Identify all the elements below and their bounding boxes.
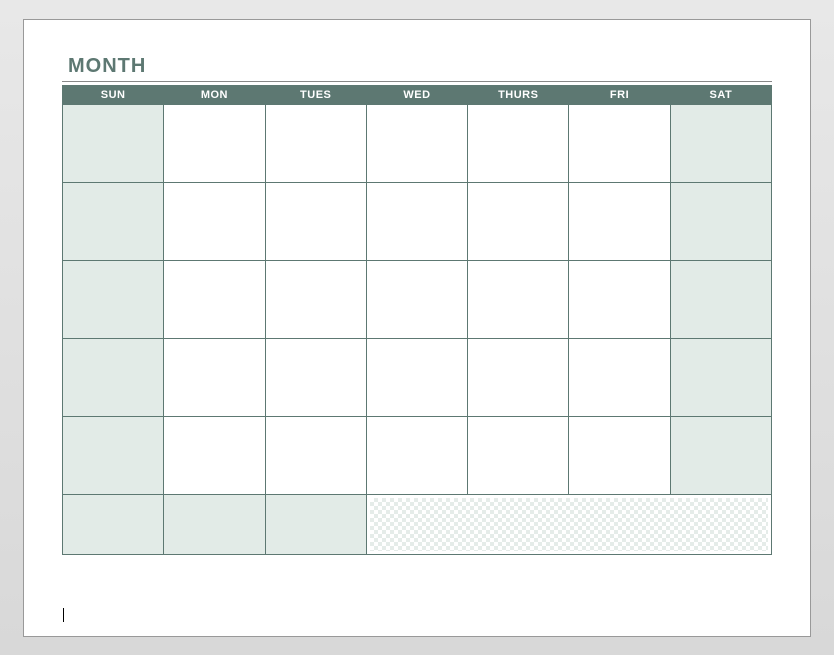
calendar-cell xyxy=(164,338,265,416)
calendar-cell xyxy=(164,182,265,260)
calendar-cell xyxy=(670,338,771,416)
header-wed: WED xyxy=(366,85,467,104)
calendar-row xyxy=(63,338,772,416)
calendar-cell xyxy=(366,338,467,416)
calendar-cell xyxy=(63,494,164,554)
calendar-cell xyxy=(569,182,670,260)
calendar-cell xyxy=(265,416,366,494)
header-tue: TUES xyxy=(265,85,366,104)
calendar-cell xyxy=(670,104,771,182)
calendar-row xyxy=(63,104,772,182)
calendar-cell xyxy=(468,338,569,416)
calendar-cell xyxy=(468,416,569,494)
calendar-cell xyxy=(164,260,265,338)
calendar-notes-cell xyxy=(366,494,771,554)
document-page: MONTH SUN MON TUES WED THURS FRI SAT xyxy=(23,19,811,637)
calendar-cell xyxy=(63,338,164,416)
calendar-cell xyxy=(265,260,366,338)
calendar-row xyxy=(63,260,772,338)
calendar-cell xyxy=(265,104,366,182)
calendar-cell xyxy=(670,182,771,260)
calendar-cell xyxy=(265,494,366,554)
calendar-cell xyxy=(569,260,670,338)
calendar-cell xyxy=(63,260,164,338)
title-underline xyxy=(62,81,772,82)
calendar-cell xyxy=(366,104,467,182)
calendar-cell xyxy=(468,182,569,260)
calendar-cell xyxy=(569,338,670,416)
calendar-cell xyxy=(569,104,670,182)
calendar-cell xyxy=(468,104,569,182)
calendar-cell xyxy=(265,182,366,260)
header-mon: MON xyxy=(164,85,265,104)
calendar-cell xyxy=(164,494,265,554)
calendar-cell xyxy=(63,416,164,494)
header-sun: SUN xyxy=(63,85,164,104)
calendar-cell xyxy=(670,416,771,494)
calendar-row xyxy=(63,416,772,494)
calendar-cell xyxy=(164,416,265,494)
calendar-cell xyxy=(164,104,265,182)
text-cursor xyxy=(63,608,64,622)
header-sat: SAT xyxy=(670,85,771,104)
header-fri: FRI xyxy=(569,85,670,104)
calendar-cell xyxy=(468,260,569,338)
calendar-cell xyxy=(366,416,467,494)
calendar-cell xyxy=(569,416,670,494)
calendar-cell xyxy=(63,182,164,260)
calendar-table: SUN MON TUES WED THURS FRI SAT xyxy=(62,85,772,555)
calendar-cell xyxy=(63,104,164,182)
calendar-row xyxy=(63,182,772,260)
calendar-cell xyxy=(265,338,366,416)
header-thu: THURS xyxy=(468,85,569,104)
calendar-title: MONTH xyxy=(68,55,772,78)
calendar-cell xyxy=(366,182,467,260)
calendar-row-last xyxy=(63,494,772,554)
calendar-cell xyxy=(670,260,771,338)
calendar-header-row: SUN MON TUES WED THURS FRI SAT xyxy=(63,85,772,104)
calendar-cell xyxy=(366,260,467,338)
